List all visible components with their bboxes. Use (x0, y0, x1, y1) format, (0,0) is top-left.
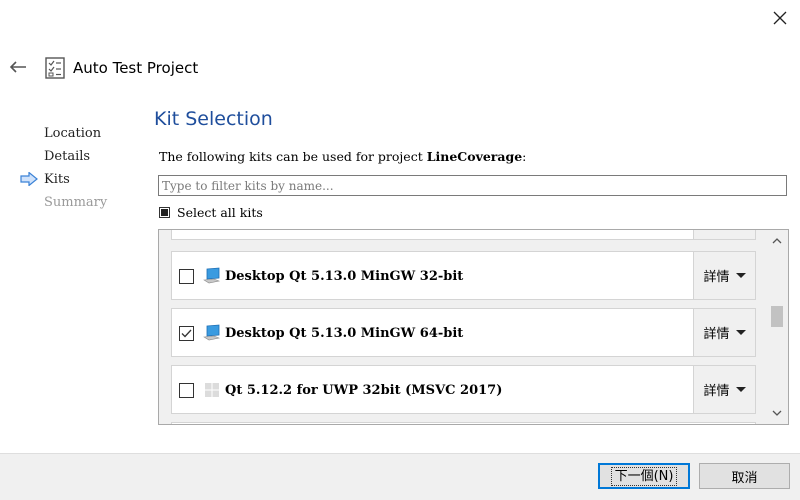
desktop-monitor-icon (203, 267, 221, 284)
kit-filter-input[interactable] (158, 175, 787, 196)
description: The following kits can be used for proje… (159, 149, 526, 165)
select-all-label: Select all kits (177, 205, 263, 220)
back-arrow-icon (9, 61, 26, 73)
kit-row-partial (171, 230, 756, 240)
scroll-down-button[interactable] (766, 404, 788, 422)
next-button-label: 下一個(N) (610, 466, 678, 486)
description-prefix: The following kits can be used for proje… (159, 149, 427, 164)
scroll-up-button[interactable] (766, 232, 788, 250)
partial-check-icon (159, 207, 170, 218)
windows-logo-icon (205, 383, 219, 397)
kit-row: Desktop Qt 5.13.0 MinGW 64-bit 詳情 (171, 308, 756, 357)
details-button-partial (693, 230, 755, 239)
details-button[interactable]: 詳情 (693, 252, 755, 299)
close-button[interactable] (764, 4, 796, 32)
page-title: Kit Selection (154, 108, 273, 130)
step-kits: Kits (44, 172, 70, 187)
step-details: Details (44, 149, 91, 164)
kit-checkbox[interactable] (179, 269, 194, 284)
details-button[interactable]: 詳情 (693, 309, 755, 356)
kit-row: Qt 5.12.2 for UWP 32bit (MSVC 2017) 詳情 (171, 365, 756, 414)
cancel-button[interactable]: 取消 (699, 463, 790, 489)
kit-row: Desktop Qt 5.13.0 MinGW 32-bit 詳情 (171, 251, 756, 300)
kit-name: Qt 5.12.2 for UWP 32bit (MSVC 2017) (225, 383, 503, 398)
wizard-title: Auto Test Project (73, 59, 199, 77)
dropdown-arrow-icon (735, 330, 746, 335)
details-label: 詳情 (703, 327, 730, 342)
dropdown-arrow-icon (735, 273, 746, 278)
desktop-monitor-icon (203, 324, 221, 341)
kit-checkbox[interactable] (179, 383, 194, 398)
kit-name: Desktop Qt 5.13.0 MinGW 32-bit (225, 269, 464, 284)
project-name: LineCoverage (426, 149, 523, 164)
dropdown-arrow-icon (735, 387, 746, 392)
details-label: 詳情 (703, 384, 730, 399)
checkmark-icon (181, 329, 192, 338)
next-button[interactable]: 下一個(N) (598, 463, 690, 489)
step-summary: Summary (44, 195, 108, 210)
current-step-arrow-icon (20, 172, 38, 186)
checklist-icon (45, 57, 65, 79)
vertical-scrollbar[interactable] (766, 230, 788, 424)
select-all-kits-checkbox[interactable]: Select all kits (159, 205, 263, 220)
step-location: Location (44, 126, 102, 141)
kit-row-partial (171, 422, 756, 424)
back-button[interactable] (6, 56, 30, 78)
cancel-button-label: 取消 (731, 470, 758, 486)
description-suffix: : (522, 149, 527, 164)
kit-name: Desktop Qt 5.13.0 MinGW 64-bit (225, 326, 464, 341)
kit-list[interactable]: Desktop Qt 5.13.0 MinGW 32-bit 詳情 Deskto… (158, 229, 789, 425)
details-label: 詳情 (703, 270, 730, 285)
close-icon (773, 11, 787, 25)
chevron-down-icon (772, 410, 782, 416)
chevron-up-icon (772, 238, 782, 244)
details-button[interactable]: 詳情 (693, 366, 755, 413)
kit-checkbox[interactable] (179, 326, 194, 341)
scrollbar-thumb[interactable] (771, 306, 783, 327)
